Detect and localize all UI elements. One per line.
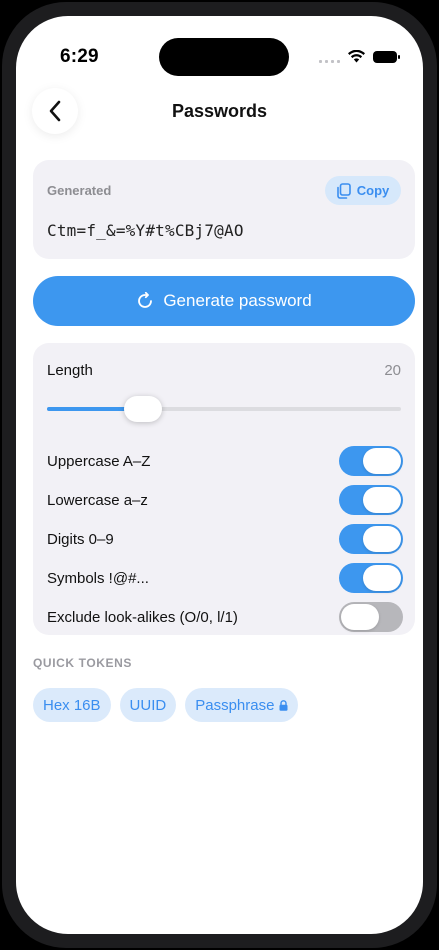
chip-label: Passphrase xyxy=(195,696,275,714)
toggle-knob xyxy=(363,487,401,513)
length-value: 20 xyxy=(384,362,401,379)
digits-toggle[interactable] xyxy=(339,524,403,554)
refresh-icon xyxy=(138,292,153,308)
option-label: Exclude look-alikes (O/0, l/1) xyxy=(47,608,238,626)
option-row-symbols: Symbols !@#... xyxy=(47,562,403,594)
option-label: Uppercase A–Z xyxy=(47,452,151,470)
battery-icon xyxy=(373,50,400,63)
generated-label: Generated xyxy=(47,183,112,198)
generated-password[interactable]: Ctm=f_&=%Y#t%CBj7@AO xyxy=(47,221,244,240)
option-row-exclude-lookalikes: Exclude look-alikes (O/0, l/1) xyxy=(47,601,403,633)
lowercase-toggle[interactable] xyxy=(339,485,403,515)
slider-thumb[interactable] xyxy=(123,396,162,422)
chip-hex-16b[interactable]: Hex 16B xyxy=(33,688,111,722)
phone-frame: 6:29 Passwords Generated Copy Ctm=f_&=%Y… xyxy=(2,2,437,948)
length-slider[interactable] xyxy=(47,396,401,422)
page-title: Passwords xyxy=(171,101,268,121)
status-icons xyxy=(319,50,400,63)
toggle-knob xyxy=(363,448,401,474)
generated-card: Generated Copy Ctm=f_&=%Y#t%CBj7@AO xyxy=(33,160,415,259)
chip-label: Hex 16B xyxy=(43,696,101,714)
toggle-knob xyxy=(363,565,401,591)
option-label: Symbols !@#... xyxy=(47,569,149,587)
option-row-lowercase: Lowercase a–z xyxy=(47,484,403,516)
generate-password-button[interactable]: Generate password xyxy=(33,276,415,326)
copy-button[interactable]: Copy xyxy=(325,176,401,205)
dynamic-island xyxy=(159,38,289,76)
toggle-knob xyxy=(363,526,401,552)
copy-label: Copy xyxy=(356,183,390,198)
symbols-toggle[interactable] xyxy=(339,563,403,593)
chip-passphrase[interactable]: Passphrase xyxy=(185,688,299,722)
length-label: Length xyxy=(47,362,93,379)
option-row-uppercase: Uppercase A–Z xyxy=(47,445,403,477)
status-time: 6:29 xyxy=(60,46,99,67)
options-card: Length 20 Uppercase A–Z Lowercase a–z Di… xyxy=(33,343,415,635)
app-screen: 6:29 Passwords Generated Copy Ctm=f_&=%Y… xyxy=(16,16,423,934)
chip-uuid[interactable]: UUID xyxy=(119,688,177,722)
generate-password-label: Generate password xyxy=(163,291,312,310)
exclude-lookalikes-toggle[interactable] xyxy=(339,602,403,632)
lock-icon xyxy=(279,699,288,711)
quick-tokens-chips: Hex 16B UUID Passphrase xyxy=(33,688,299,722)
chip-label: UUID xyxy=(129,696,167,714)
option-label: Digits 0–9 xyxy=(47,530,114,548)
clipboard-icon xyxy=(336,182,351,199)
toggle-knob xyxy=(341,604,379,630)
option-row-digits: Digits 0–9 xyxy=(47,523,403,555)
uppercase-toggle[interactable] xyxy=(339,446,403,476)
wifi-icon xyxy=(348,50,365,63)
option-label: Lowercase a–z xyxy=(47,491,148,509)
quick-tokens-header: QUICK TOKENS xyxy=(33,656,132,670)
cellular-signal-icon xyxy=(319,51,340,63)
